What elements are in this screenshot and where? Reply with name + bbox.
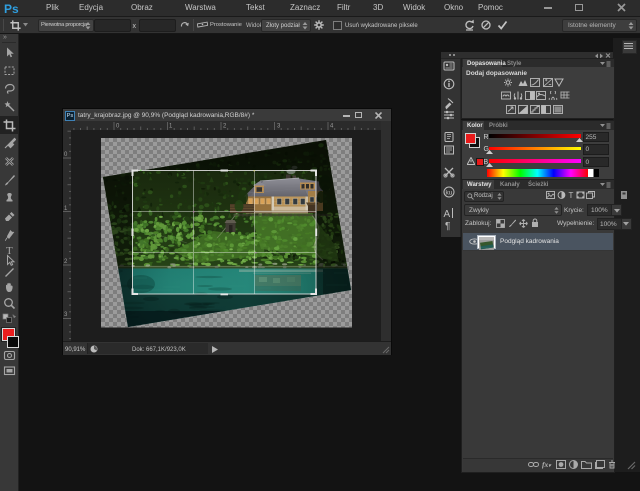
svg-text:1: 1 — [169, 124, 173, 130]
svg-text:ku: ku — [446, 190, 453, 197]
svg-text:2: 2 — [64, 259, 68, 265]
svg-text:0: 0 — [64, 152, 68, 158]
svg-text:3: 3 — [277, 124, 281, 130]
svg-text:T: T — [569, 191, 574, 199]
svg-text:2: 2 — [223, 124, 227, 130]
svg-text:A: A — [444, 209, 451, 219]
svg-text:4: 4 — [330, 124, 334, 130]
svg-text:3: 3 — [64, 312, 68, 318]
svg-text:0: 0 — [116, 124, 120, 130]
svg-text:¶: ¶ — [445, 221, 450, 231]
